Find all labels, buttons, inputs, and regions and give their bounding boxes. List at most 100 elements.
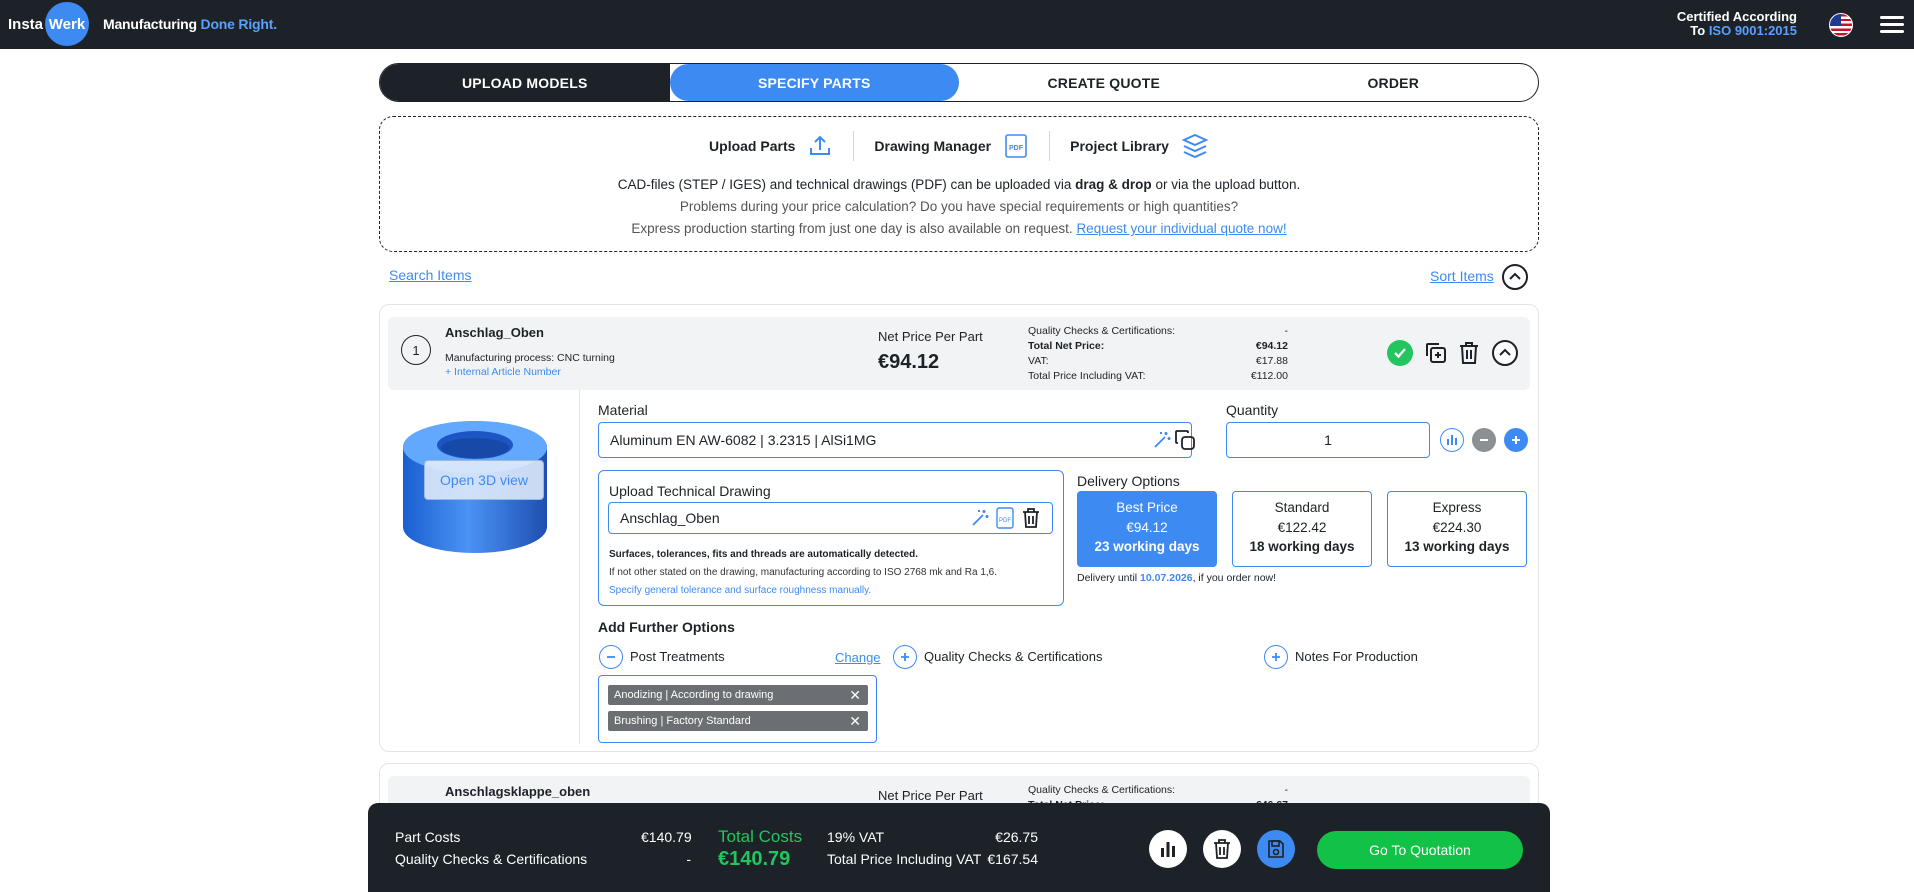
delivery-name: Standard xyxy=(1274,500,1330,515)
chevron-up-icon xyxy=(1499,348,1511,356)
step-specify-parts[interactable]: SPECIFY PARTS xyxy=(669,64,959,101)
technical-drawing-panel: Upload Technical Drawing Anschlag_Oben P… xyxy=(598,470,1064,606)
project-library-label: Project Library xyxy=(1070,138,1169,154)
copy-icon[interactable] xyxy=(1174,429,1196,451)
upload-parts-label: Upload Parts xyxy=(709,138,796,154)
upload-dropzone[interactable]: Upload Parts Drawing Manager PDF Project… xyxy=(379,116,1539,252)
summary-incl-vat: Total Price Including VAT: €112.00 xyxy=(1028,370,1288,382)
quantity-input[interactable]: 1 xyxy=(1226,422,1430,458)
upload-hint-a: CAD-files (STEP / IGES) and technical dr… xyxy=(617,177,1072,192)
delete-all-button[interactable] xyxy=(1203,830,1241,868)
quality-checks-add-button[interactable] xyxy=(893,645,917,669)
save-button[interactable] xyxy=(1257,830,1295,868)
sort-items-link[interactable]: Sort Items xyxy=(1430,268,1494,284)
layers-icon xyxy=(1181,133,1209,159)
post-treatments-toggle[interactable] xyxy=(599,645,623,669)
chart-button[interactable] xyxy=(1149,830,1187,868)
quantity-label: Quantity xyxy=(1226,402,1279,418)
drawing-manager-label: Drawing Manager xyxy=(874,138,992,154)
summary-vat: VAT: €17.88 xyxy=(1028,355,1288,367)
hamburger-menu-icon[interactable] xyxy=(1880,16,1904,34)
step-upload-models[interactable]: UPLOAD MODELS xyxy=(380,64,670,101)
upload-hint-line3: Express production starting from just on… xyxy=(380,221,1538,236)
quantity-increase-button[interactable] xyxy=(1504,428,1528,452)
delivery-days: 23 working days xyxy=(1094,539,1200,554)
delivery-options-label: Delivery Options xyxy=(1077,473,1180,489)
part-name: Anschlag_Oben xyxy=(445,325,544,340)
summary-label: Quality Checks & Certifications: xyxy=(1028,325,1176,337)
total-costs-label: Total Costs xyxy=(718,827,803,846)
delivery-price: €122.42 xyxy=(1277,519,1327,535)
go-to-quotation-button[interactable]: Go To Quotation xyxy=(1317,831,1523,869)
duplicate-icon[interactable] xyxy=(1424,341,1448,365)
total-costs-value: €140.79 xyxy=(718,848,791,870)
quality-checks-cost-value: - xyxy=(686,851,691,867)
magic-wand-icon[interactable] xyxy=(971,509,989,527)
logo-badge: Werk xyxy=(45,2,90,46)
upload-hint-line1: CAD-files (STEP / IGES) and technical dr… xyxy=(380,177,1538,192)
bar-chart-icon xyxy=(1161,842,1175,857)
upload-parts-button[interactable]: Upload Parts xyxy=(689,131,853,161)
trash-icon[interactable] xyxy=(1021,507,1041,529)
summary-value: €112.00 xyxy=(1250,370,1288,382)
slogan-accent: Done Right. xyxy=(200,16,278,32)
remove-tag-icon[interactable]: ✕ xyxy=(849,713,861,730)
collapse-all-button[interactable] xyxy=(1502,264,1528,290)
request-quote-link[interactable]: Request your individual quote now! xyxy=(1076,221,1286,236)
magic-wand-icon[interactable] xyxy=(1153,431,1171,449)
cert-line1: Certified According xyxy=(1676,9,1797,24)
summary-quality-checks: Quality Checks & Certifications: - xyxy=(1028,784,1288,796)
cert-line2: To ISO 9001:2015 xyxy=(1677,24,1797,38)
net-price-per-part-label: Net Price Per Part xyxy=(878,329,983,344)
internal-article-number-link[interactable]: + Internal Article Number xyxy=(445,366,561,378)
specify-tolerance-link[interactable]: Specify general tolerance and surface ro… xyxy=(609,585,871,596)
delivery-best-price[interactable]: Best Price €94.12 23 working days xyxy=(1077,491,1217,567)
progress-steps: UPLOAD MODELS SPECIFY PARTS CREATE QUOTE… xyxy=(379,63,1539,102)
step-order[interactable]: ORDER xyxy=(1249,64,1539,101)
change-post-treatments-link[interactable]: Change xyxy=(835,650,881,665)
delivery-until: Delivery until 10.07.2026, if you order … xyxy=(1077,572,1276,584)
post-treatment-tag: Brushing | Factory Standard ✕ xyxy=(608,711,868,731)
delivery-standard[interactable]: Standard €122.42 18 working days xyxy=(1232,491,1372,567)
technical-drawing-value: Anschlag_Oben xyxy=(620,510,720,526)
net-price-per-part-value: €94.12 xyxy=(878,351,940,373)
summary-value: €94.12 xyxy=(1255,340,1288,352)
pdf-icon[interactable]: PDF xyxy=(995,507,1015,529)
part-name: Anschlagsklappe_oben xyxy=(445,784,591,799)
price-chart-button[interactable] xyxy=(1440,428,1464,452)
summary-label: Total Net Price: xyxy=(1028,340,1105,352)
delivery-until-suffix: , if you order now! xyxy=(1192,572,1277,584)
upload-hint-express: Express production starting from just on… xyxy=(631,221,1073,236)
delivery-name: Express xyxy=(1432,500,1482,515)
step-create-quote[interactable]: CREATE QUOTE xyxy=(959,64,1249,101)
material-select[interactable]: Aluminum EN AW-6082 | 3.2315 | AlSi1MG xyxy=(598,422,1195,458)
summary-quality-checks: Quality Checks & Certifications: - xyxy=(1028,325,1288,337)
quantity-decrease-button[interactable] xyxy=(1472,428,1496,452)
trash-icon[interactable] xyxy=(1458,341,1480,365)
technical-drawing-label: Upload Technical Drawing xyxy=(609,483,771,499)
certification: Certified According To ISO 9001:2015 xyxy=(1677,10,1797,38)
technical-drawing-field[interactable]: Anschlag_Oben PDF xyxy=(608,502,1053,534)
summary-value: - xyxy=(1284,784,1289,796)
remove-tag-icon[interactable]: ✕ xyxy=(849,687,861,704)
tag-label: Anodizing | According to drawing xyxy=(614,689,774,701)
collapse-part-button[interactable] xyxy=(1492,340,1518,366)
project-library-button[interactable]: Project Library xyxy=(1049,131,1229,161)
part-costs-value: €140.79 xyxy=(641,829,692,845)
save-icon xyxy=(1268,840,1284,858)
quality-checks-cost-label: Quality Checks & Certifications xyxy=(395,851,588,867)
summary-label: Quality Checks & Certifications: xyxy=(1028,784,1176,796)
delivery-express[interactable]: Express €224.30 13 working days xyxy=(1387,491,1527,567)
logo[interactable]: Insta Werk xyxy=(8,2,90,46)
svg-text:PDF: PDF xyxy=(1009,145,1024,152)
drawing-manager-button[interactable]: Drawing Manager PDF xyxy=(853,131,1049,161)
open-3d-view-button[interactable]: Open 3D view xyxy=(424,460,544,500)
cost-summary-bar: Part Costs €140.79 Quality Checks & Cert… xyxy=(368,803,1550,892)
part-number: 1 xyxy=(401,335,431,365)
notes-add-button[interactable] xyxy=(1264,645,1288,669)
search-items-link[interactable]: Search Items xyxy=(389,267,471,283)
upload-hint-line2: Problems during your price calculation? … xyxy=(679,199,1239,214)
us-flag-icon[interactable] xyxy=(1829,13,1853,37)
upload-icon xyxy=(810,135,831,155)
delivery-price: €94.12 xyxy=(1126,519,1168,535)
